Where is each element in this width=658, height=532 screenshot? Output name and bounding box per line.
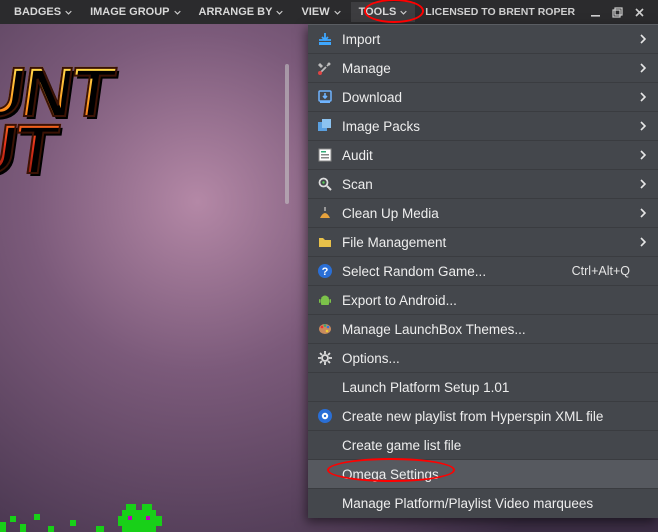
menu-item-label: Manage	[342, 61, 636, 76]
packs-icon	[308, 118, 342, 134]
menu-item-label: Options...	[342, 351, 636, 366]
random-icon	[308, 263, 342, 279]
menu-item-label: Import	[342, 32, 636, 47]
game-logo: UNT UT	[0, 64, 116, 179]
menu-badges[interactable]: BADGES	[6, 2, 80, 22]
menu-item-label: Audit	[342, 148, 636, 163]
chevron-right-icon	[640, 266, 648, 276]
themes-icon	[308, 321, 342, 337]
android-icon	[308, 292, 342, 308]
chevron-right-icon	[640, 121, 648, 131]
wallpaper-scrollbar[interactable]	[285, 64, 289, 204]
tools-menu-item[interactable]: Select Random Game...Ctrl+Alt+Q	[308, 257, 658, 286]
tools-menu-item[interactable]: Launch Platform Setup 1.01	[308, 373, 658, 402]
menu-tools[interactable]: TOOLS	[351, 2, 416, 22]
menu-item-shortcut: Ctrl+Alt+Q	[572, 264, 636, 278]
chevron-down-icon	[174, 9, 181, 16]
menu-item-label: Launch Platform Setup 1.01	[342, 380, 636, 395]
tools-menu-item[interactable]: Image Packs	[308, 112, 658, 141]
tools-menu-item[interactable]: Export to Android...	[308, 286, 658, 315]
cleanup-icon	[308, 205, 342, 221]
chevron-right-icon	[640, 150, 648, 160]
menu-item-label: Clean Up Media	[342, 206, 636, 221]
menu-label: TOOLS	[359, 6, 397, 18]
license-label: LICENSED TO BRENT ROPER	[417, 2, 583, 22]
scan-icon	[308, 176, 342, 192]
tools-menu-item[interactable]: Scan	[308, 170, 658, 199]
tools-menu-item[interactable]: File Management	[308, 228, 658, 257]
tools-menu-item[interactable]: Audit	[308, 141, 658, 170]
options-icon	[308, 350, 342, 366]
menu-label: ARRANGE BY	[199, 6, 273, 18]
chevron-right-icon	[640, 63, 648, 73]
chevron-right-icon	[640, 411, 648, 421]
chevron-right-icon	[640, 34, 648, 44]
menubar: BADGES IMAGE GROUP ARRANGE BY VIEW TOOLS…	[0, 0, 658, 24]
chevron-down-icon	[276, 9, 283, 16]
chevron-right-icon	[640, 295, 648, 305]
playlist-icon	[308, 408, 342, 424]
audit-icon	[308, 147, 342, 163]
tools-dropdown: Import Manage Download Image Packs Audit Scan…	[308, 24, 658, 518]
menu-arrange-by[interactable]: ARRANGE BY	[191, 2, 292, 22]
menu-item-label: File Management	[342, 235, 636, 250]
menu-item-label: Manage Platform/Playlist Video marquees	[342, 496, 636, 511]
chevron-right-icon	[640, 179, 648, 189]
window-restore-button[interactable]	[607, 2, 627, 22]
menu-item-label: Export to Android...	[342, 293, 636, 308]
menu-item-label: Scan	[342, 177, 636, 192]
tools-menu-item[interactable]: Manage LaunchBox Themes...	[308, 315, 658, 344]
tools-menu-item[interactable]: Options...	[308, 344, 658, 373]
chevron-down-icon	[334, 9, 341, 16]
menu-view[interactable]: VIEW	[293, 2, 348, 22]
window-close-button[interactable]	[629, 2, 649, 22]
tools-menu-item[interactable]: Clean Up Media	[308, 199, 658, 228]
tools-menu-item[interactable]: Create game list file	[308, 431, 658, 460]
chevron-right-icon	[640, 499, 648, 509]
tools-menu-item[interactable]: Download	[308, 83, 658, 112]
window-minimize-button[interactable]	[585, 2, 605, 22]
chevron-right-icon	[640, 92, 648, 102]
manage-icon	[308, 60, 342, 76]
chevron-right-icon	[640, 237, 648, 247]
chevron-right-icon	[640, 382, 648, 392]
menu-item-label: Omega Settings	[342, 467, 636, 482]
tools-menu-item[interactable]: Create new playlist from Hyperspin XML f…	[308, 402, 658, 431]
chevron-down-icon	[400, 9, 407, 16]
menu-item-label: Select Random Game...	[342, 264, 572, 279]
chevron-right-icon	[640, 440, 648, 450]
import-icon	[308, 31, 342, 47]
menu-label: BADGES	[14, 6, 61, 18]
chevron-right-icon	[640, 208, 648, 218]
files-icon	[308, 234, 342, 250]
tools-menu-item[interactable]: Import	[308, 25, 658, 54]
menu-item-label: Manage LaunchBox Themes...	[342, 322, 636, 337]
menu-item-label: Download	[342, 90, 636, 105]
download-icon	[308, 89, 342, 105]
menu-label: VIEW	[301, 6, 329, 18]
menu-item-label: Create game list file	[342, 438, 636, 453]
menu-item-label: Create new playlist from Hyperspin XML f…	[342, 409, 636, 424]
chevron-right-icon	[640, 324, 648, 334]
menu-label: IMAGE GROUP	[90, 6, 169, 18]
pixel-sprite	[0, 502, 230, 532]
tools-menu-item[interactable]: Omega Settings	[308, 460, 658, 489]
chevron-right-icon	[640, 469, 648, 479]
chevron-down-icon	[65, 9, 72, 16]
menu-item-label: Image Packs	[342, 119, 636, 134]
tools-menu-item[interactable]: Manage	[308, 54, 658, 83]
menu-image-group[interactable]: IMAGE GROUP	[82, 2, 188, 22]
chevron-right-icon	[640, 353, 648, 363]
tools-menu-item[interactable]: Manage Platform/Playlist Video marquees	[308, 489, 658, 518]
